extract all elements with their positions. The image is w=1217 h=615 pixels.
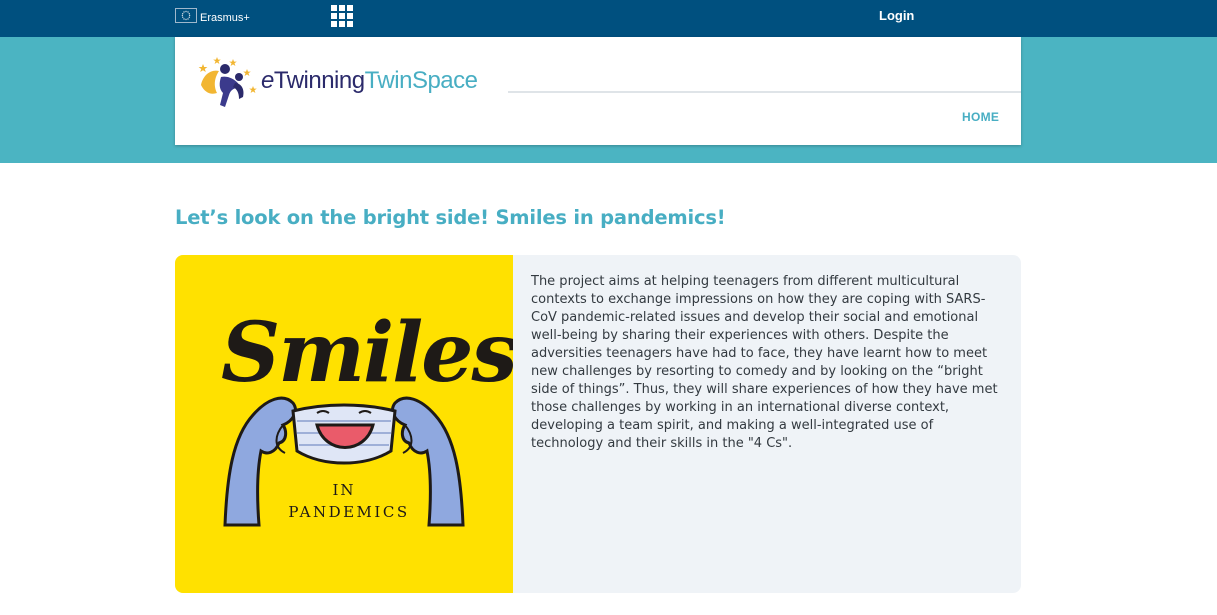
apps-grid-icon[interactable] [331, 5, 353, 27]
nav-home[interactable]: HOME [962, 110, 999, 124]
erasmus-label: Erasmus+ [200, 12, 250, 24]
project-card: Smiles IN PANDEMICS The project aims at … [175, 255, 1021, 593]
login-link[interactable]: Login [879, 8, 914, 23]
eu-flag-icon [175, 8, 197, 23]
top-bar: Erasmus+ Login [0, 0, 1217, 37]
cover-line-2: PANDEMICS [288, 503, 409, 521]
etwinning-logo-icon[interactable] [195, 55, 261, 111]
header-divider [508, 91, 1021, 93]
project-cover-image: Smiles IN PANDEMICS [175, 255, 513, 593]
etwinning-logo[interactable]: eTwinningTwinSpace [261, 67, 478, 95]
page-title: Let’s look on the bright side! Smiles in… [175, 206, 726, 229]
project-description: The project aims at helping teenagers fr… [531, 274, 998, 451]
cover-word: Smiles [221, 305, 513, 401]
cover-line-1: IN [332, 481, 355, 499]
site-header: eTwinningTwinSpace HOME [175, 37, 1021, 145]
